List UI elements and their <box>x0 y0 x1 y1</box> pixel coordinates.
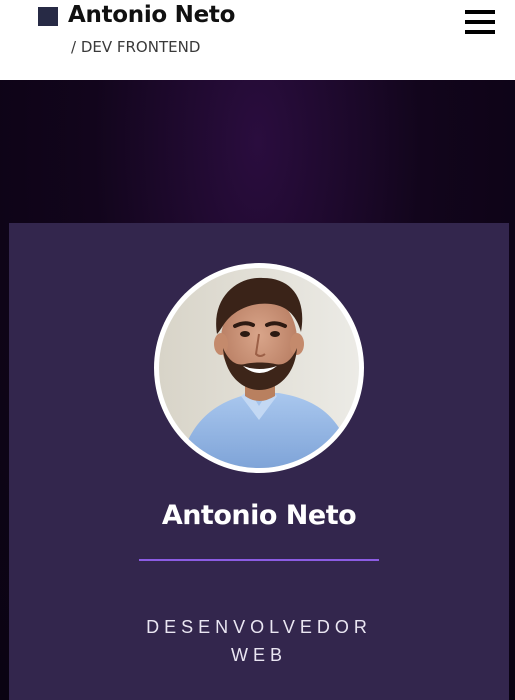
menu-bar <box>465 10 495 14</box>
profile-name: Antonio Neto <box>161 500 357 531</box>
profile-photo <box>159 268 359 468</box>
avatar <box>159 268 359 468</box>
name-divider <box>139 559 379 561</box>
hamburger-menu-icon[interactable] <box>462 8 498 36</box>
menu-bar <box>465 20 495 24</box>
hero-section: Antonio Neto DESENVOLVEDOR WEB <box>0 80 515 700</box>
menu-bar <box>465 30 495 34</box>
page: Antonio Neto / DEV FRONTEND Antonio Neto… <box>0 0 515 700</box>
brand-name[interactable]: Antonio Neto <box>68 0 235 30</box>
logo-square-icon <box>38 7 58 26</box>
avatar-ring <box>154 263 364 473</box>
site-header: Antonio Neto / DEV FRONTEND <box>0 0 515 80</box>
role-line-2: WEB <box>230 645 287 665</box>
role-line-1: DESENVOLVEDOR <box>146 617 372 637</box>
brand-tagline: / DEV FRONTEND <box>71 38 201 56</box>
profile-card: Antonio Neto DESENVOLVEDOR WEB <box>9 223 509 700</box>
profile-role: DESENVOLVEDOR WEB <box>9 613 509 669</box>
